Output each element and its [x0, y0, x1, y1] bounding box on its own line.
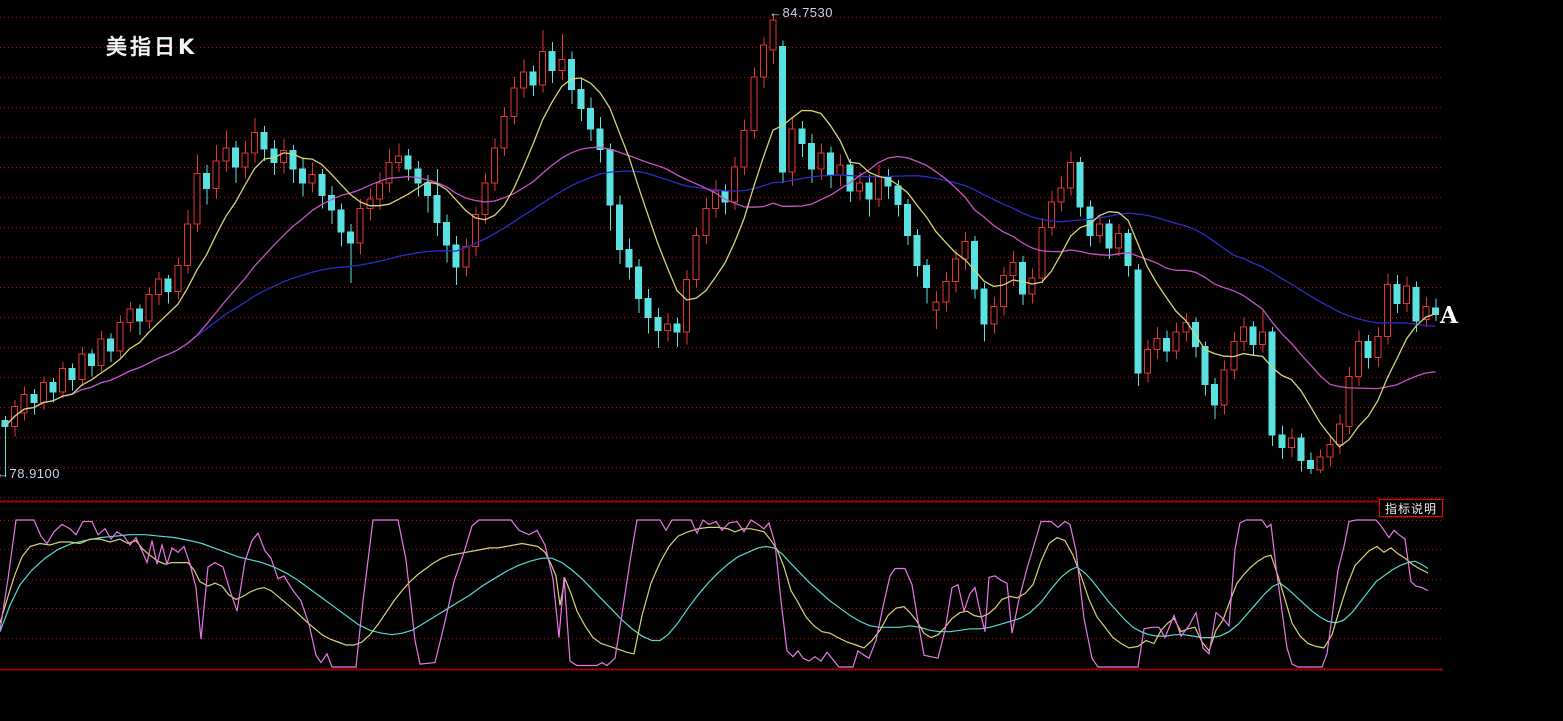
highest-price-marker: ←84.7530: [769, 5, 833, 20]
trading-chart-window: 美指日K ←84.7530 ←78.9100 A 指标说明: [0, 0, 1563, 721]
indicator-description-button[interactable]: 指标说明: [1378, 498, 1444, 518]
panel-separators: [0, 500, 1443, 671]
kdj-j-line: [0, 519, 1429, 668]
page-title: 美指日K: [106, 35, 198, 59]
main-gridlines: [0, 17, 1443, 498]
lowest-price-marker: ←78.9100: [0, 466, 60, 481]
point-a-annotation: A: [1440, 302, 1458, 329]
sub-gridlines: [0, 520, 1443, 639]
kdj-k-line: [0, 526, 1429, 655]
chart-canvas[interactable]: [0, 0, 1563, 721]
